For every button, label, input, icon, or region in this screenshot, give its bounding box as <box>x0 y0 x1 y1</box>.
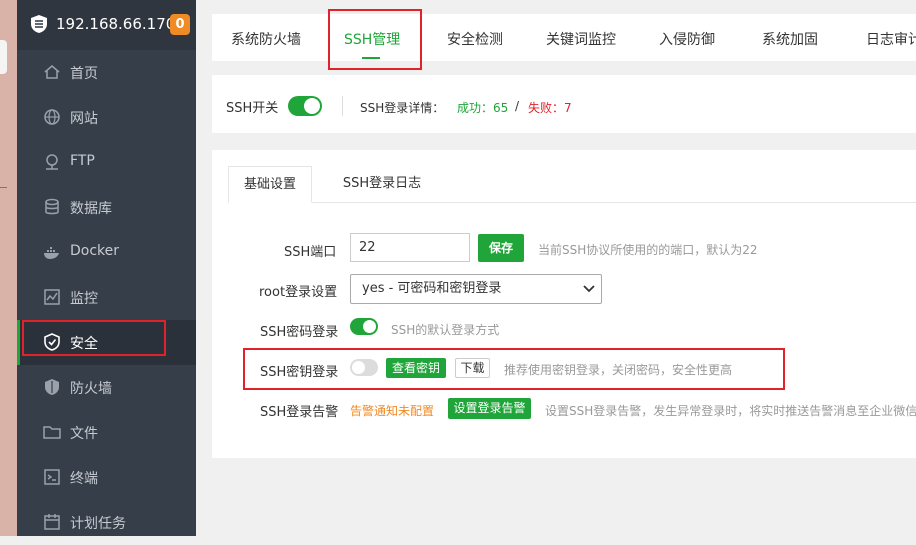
server-host[interactable]: 192.168.66.170 <box>56 15 175 33</box>
root-login-label: root登录设置 <box>259 285 338 300</box>
login-alert-hint: 设置SSH登录告警，发生异常登录时，将实时推送告警消息至企业微信 <box>545 404 916 418</box>
sidebar-item-monitor[interactable]: 监控 <box>17 275 196 320</box>
key-login-label: SSH密钥登录 <box>260 365 339 380</box>
sidebar: 192.168.66.170 0 首页 网站 FTP 数据库 Docker 监控… <box>17 0 196 536</box>
folder-icon <box>43 426 61 439</box>
divider <box>342 96 343 116</box>
sidebar-item-label: 安全 <box>70 336 98 352</box>
tab-security-scan[interactable]: 安全检测 <box>447 29 503 49</box>
sidebar-item-firewall[interactable]: 防火墙 <box>17 365 196 410</box>
docker-icon <box>44 247 59 259</box>
firewall-shield-icon <box>45 379 59 395</box>
database-icon <box>45 198 59 215</box>
ssh-settings-panel: 基础设置 SSH登录日志 SSH端口 22 保存 当前SSH协议所使用的的端口，… <box>212 150 916 458</box>
sidebar-item-website[interactable]: 网站 <box>17 95 196 140</box>
terminal-icon <box>44 469 60 485</box>
sidebar-item-label: 防火墙 <box>70 381 112 397</box>
sidebar-item-label: 首页 <box>70 66 98 82</box>
tab-ssh-login-log[interactable]: SSH登录日志 <box>332 166 432 202</box>
sidebar-item-label: 网站 <box>70 111 98 127</box>
background-window-strip <box>0 0 17 536</box>
security-tabs: 系统防火墙 SSH管理 安全检测 关键词监控 入侵防御 系统加固 日志审计 <box>212 14 916 61</box>
sidebar-item-label: 终端 <box>70 471 98 487</box>
sidebar-item-files[interactable]: 文件 <box>17 410 196 455</box>
key-login-toggle[interactable] <box>350 359 378 376</box>
set-login-alert-button[interactable]: 设置登录告警 <box>448 398 531 419</box>
key-login-hint: 推荐使用密钥登录，关闭密码，安全性更高 <box>504 363 733 377</box>
sidebar-item-security[interactable]: 安全 <box>17 320 196 365</box>
login-detail-label: SSH登录详情： <box>360 101 445 115</box>
sidebar-item-home[interactable]: 首页 <box>17 50 196 95</box>
password-login-label: SSH密码登录 <box>260 325 339 340</box>
sidebar-item-label: 计划任务 <box>70 516 126 532</box>
sidebar-item-terminal[interactable]: 终端 <box>17 455 196 500</box>
background-window-mark <box>0 187 7 188</box>
download-key-button[interactable]: 下载 <box>455 358 490 378</box>
view-key-button[interactable]: 查看密钥 <box>386 358 446 378</box>
save-port-button[interactable]: 保存 <box>478 234 524 262</box>
sidebar-item-label: 监控 <box>70 291 98 307</box>
tab-basic-settings[interactable]: 基础设置 <box>228 166 312 203</box>
shield-check-icon <box>44 333 60 351</box>
notification-badge[interactable]: 0 <box>170 14 190 35</box>
alert-status[interactable]: 告警通知未配置 <box>350 402 434 419</box>
login-fail-count[interactable]: 失败：7 <box>528 99 572 116</box>
root-login-value: yes - 可密码和密钥登录 <box>362 281 502 296</box>
root-login-select[interactable]: yes - 可密码和密钥登录 <box>350 274 602 304</box>
chevron-down-icon <box>583 285 595 293</box>
sidebar-item-cron[interactable]: 计划任务 <box>17 500 196 545</box>
sidebar-item-label: FTP <box>70 153 95 169</box>
password-login-hint: SSH的默认登录方式 <box>391 323 500 337</box>
monitor-icon <box>44 289 60 305</box>
ftp-icon <box>46 154 58 170</box>
ssh-switch-toggle[interactable] <box>288 96 322 116</box>
tab-intrusion-prevention[interactable]: 入侵防御 <box>659 29 715 49</box>
login-success-count[interactable]: 成功：65 <box>457 99 508 116</box>
tab-keyword-monitor[interactable]: 关键词监控 <box>546 29 616 49</box>
ssh-switch-label: SSH开关 <box>226 101 279 116</box>
login-separator: / <box>515 99 520 113</box>
port-hint: 当前SSH协议所使用的的端口，默认为22 <box>538 243 758 257</box>
settings-tabs: 基础设置 SSH登录日志 <box>228 166 916 203</box>
home-icon <box>44 65 60 79</box>
ssh-status-panel: SSH开关 SSH登录详情： 成功：65 / 失败：7 <box>212 75 916 133</box>
sidebar-item-label: 文件 <box>70 426 98 442</box>
tab-system-firewall[interactable]: 系统防火墙 <box>231 29 301 49</box>
password-login-toggle[interactable] <box>350 318 378 335</box>
port-input[interactable]: 22 <box>350 233 470 262</box>
sidebar-item-label: 数据库 <box>70 201 112 217</box>
sidebar-item-ftp[interactable]: FTP <box>17 140 196 185</box>
tab-system-hardening[interactable]: 系统加固 <box>762 29 818 49</box>
background-window-tab <box>0 40 7 74</box>
sidebar-header: 192.168.66.170 0 <box>17 0 196 50</box>
sidebar-item-label: Docker <box>70 243 120 259</box>
tab-log-audit[interactable]: 日志审计 <box>866 29 916 49</box>
port-label: SSH端口 <box>284 245 337 260</box>
sidebar-item-database[interactable]: 数据库 <box>17 185 196 230</box>
login-alert-label: SSH登录告警 <box>260 405 339 420</box>
tab-ssh-management[interactable]: SSH管理 <box>344 29 400 49</box>
calendar-icon <box>44 514 60 530</box>
active-indicator <box>17 320 20 365</box>
sidebar-item-docker[interactable]: Docker <box>17 230 196 275</box>
active-tab-underline <box>362 57 380 59</box>
server-logo-icon <box>31 15 47 33</box>
globe-icon <box>44 109 60 125</box>
